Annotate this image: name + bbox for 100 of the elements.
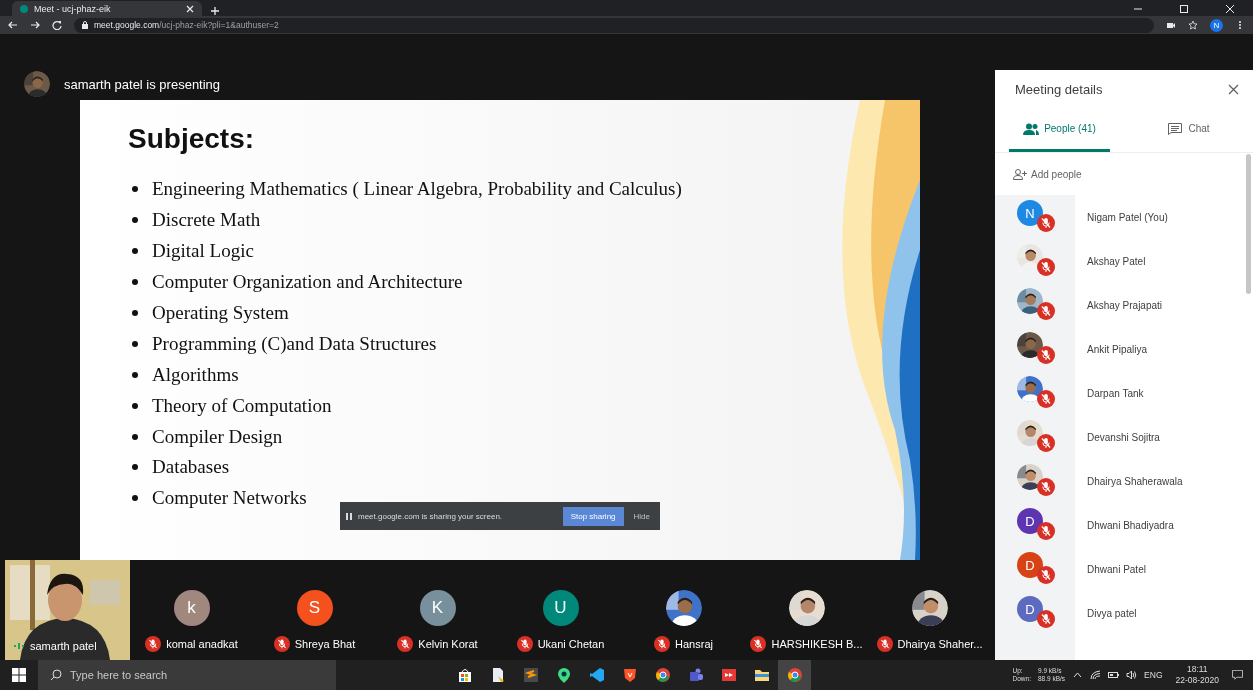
- favicon-icon: [20, 4, 28, 13]
- bullet-text: Discrete Math: [152, 209, 261, 232]
- panel-tab[interactable]: People (41): [1009, 108, 1110, 152]
- browser-tab[interactable]: Meet - ucj-phaz-eik: [12, 1, 202, 16]
- bullet-icon: [132, 248, 138, 255]
- hide-button[interactable]: Hide: [629, 507, 654, 525]
- participant-name: Dhwani Bhadiyadra: [1087, 519, 1174, 531]
- participant-name: HARSHIKESH B...: [771, 638, 863, 650]
- bullet-icon: [132, 371, 138, 378]
- participant-name: Ukani Chetan: [537, 638, 605, 650]
- scrollbar[interactable]: [1246, 154, 1251, 294]
- panel-title: Meeting details: [1015, 81, 1103, 97]
- avatar: D: [1017, 552, 1043, 578]
- bullet-text: Operating System: [152, 302, 289, 324]
- volume-icon[interactable]: [1126, 670, 1138, 680]
- search-icon: [50, 669, 62, 681]
- participant-name: samarth patel: [30, 640, 97, 652]
- participant-name: Ankit Pipaliya: [1087, 343, 1148, 355]
- close-icon[interactable]: [1228, 83, 1239, 95]
- participant-row[interactable]: Ankit Pipaliya: [995, 327, 1253, 371]
- browser-icon: [654, 667, 671, 683]
- forward-icon[interactable]: [30, 20, 40, 30]
- lock-icon: [82, 21, 88, 29]
- participant-name: Darpan Tank: [1087, 387, 1144, 399]
- presenting-label: samarth patel is presenting: [64, 76, 221, 92]
- bullet-text: Digital Logic: [152, 240, 254, 263]
- bullet-text: Computer Networks: [152, 487, 307, 510]
- participant-name: Akshay Prajapati: [1087, 299, 1163, 311]
- location-pin-icon: [555, 667, 572, 683]
- participant-name: Shreya Bhat: [294, 638, 356, 650]
- camera-icon[interactable]: [1166, 20, 1176, 30]
- arrow-card-icon: [720, 667, 737, 683]
- bullet-text: Databases: [152, 456, 230, 479]
- wifi-icon[interactable]: [1090, 670, 1102, 680]
- avatar: k: [173, 590, 210, 626]
- participant-name: Divya patel: [1087, 607, 1137, 619]
- code-editor-icon: [588, 667, 605, 683]
- participant-row[interactable]: D Dhwani Bhadiyadra: [995, 503, 1253, 547]
- bullet-text: Compiler Design: [152, 425, 283, 448]
- new-tab-icon[interactable]: [210, 6, 220, 16]
- bullet-icon: [132, 464, 138, 471]
- battery-icon[interactable]: [1108, 670, 1120, 680]
- slide-title: Subjects:: [128, 122, 256, 156]
- participant-name: Kelvin Korat: [418, 638, 478, 650]
- participant-row[interactable]: Devanshi Sojitra: [995, 415, 1253, 459]
- panel-tab[interactable]: Chat: [1138, 108, 1239, 152]
- participant-row[interactable]: Dhairya Shaherawala: [995, 459, 1253, 503]
- avatar: K: [419, 590, 456, 626]
- bullet-icon: [132, 310, 138, 316]
- bullet-icon: [132, 186, 138, 193]
- avatar: S: [296, 590, 333, 626]
- people-icon: [687, 667, 704, 683]
- participant-name: Hansraj: [675, 638, 713, 650]
- bullet-text: Algorithms: [152, 363, 239, 386]
- participant-name: Dhairya Shaherawala: [1087, 475, 1183, 487]
- shopping-bag-icon: [456, 667, 473, 683]
- participant-row[interactable]: Akshay Patel: [995, 239, 1253, 283]
- participant-name: Dhairya Shaher...: [897, 638, 983, 650]
- back-icon[interactable]: [8, 20, 18, 30]
- avatar: D: [1017, 596, 1043, 622]
- participant-row[interactable]: Darpan Tank: [995, 371, 1253, 415]
- clock-date: 22-08-2020: [1175, 675, 1219, 686]
- participant-row[interactable]: D Dhwani Patel: [995, 547, 1253, 591]
- folder-icon: [753, 667, 770, 683]
- avatar: U: [542, 590, 579, 626]
- windows-icon[interactable]: [12, 668, 26, 682]
- sharing-message: meet.google.com is sharing your screen.: [358, 511, 504, 521]
- bullet-icon: [132, 217, 138, 224]
- notification-icon[interactable]: [1232, 670, 1243, 680]
- avatar: N: [1017, 200, 1043, 226]
- avatar: D: [1017, 508, 1043, 534]
- add-person-icon: [1013, 168, 1027, 180]
- stop-sharing-button[interactable]: Stop sharing: [562, 506, 624, 526]
- chat-icon: [1167, 122, 1184, 135]
- bullet-icon: [132, 433, 138, 440]
- bullet-text: Programming (C)and Data Structures: [152, 332, 437, 355]
- bullet-icon: [132, 279, 138, 286]
- participant-name: Nigam Patel (You): [1087, 211, 1168, 223]
- participant-row[interactable]: N Nigam Patel (You): [995, 195, 1253, 239]
- participant-row[interactable]: Akshay Prajapati: [995, 283, 1253, 327]
- profile-avatar[interactable]: N: [1210, 18, 1223, 32]
- star-icon[interactable]: [1188, 20, 1198, 30]
- language-indicator[interactable]: ENG: [1144, 670, 1163, 680]
- participant-name: Akshay Patel: [1087, 255, 1146, 267]
- search-field[interactable]: Type here to search: [38, 660, 336, 690]
- address-bar[interactable]: meet.google.com/ucj-phaz-eik?pli=1&authuser=2: [74, 17, 1154, 33]
- participant-name: Dhwani Patel: [1087, 563, 1146, 575]
- reload-icon[interactable]: [52, 20, 62, 30]
- browser-icon: [786, 667, 803, 683]
- bullet-text: Theory of Computation: [152, 394, 332, 417]
- participant-row[interactable]: D Divya patel: [995, 591, 1253, 635]
- people-icon: [1023, 122, 1040, 135]
- add-people-button[interactable]: Add people: [995, 153, 1088, 195]
- chevron-up-icon[interactable]: [1072, 670, 1084, 680]
- participant-name: Devanshi Sojitra: [1087, 431, 1160, 443]
- bullet-icon: [132, 402, 138, 409]
- bullet-text: Computer Organization and Architecture: [152, 271, 463, 294]
- app-icon: [522, 667, 539, 683]
- participant-name: komal anadkat: [166, 638, 238, 650]
- clock-time: 18:11: [1186, 664, 1208, 675]
